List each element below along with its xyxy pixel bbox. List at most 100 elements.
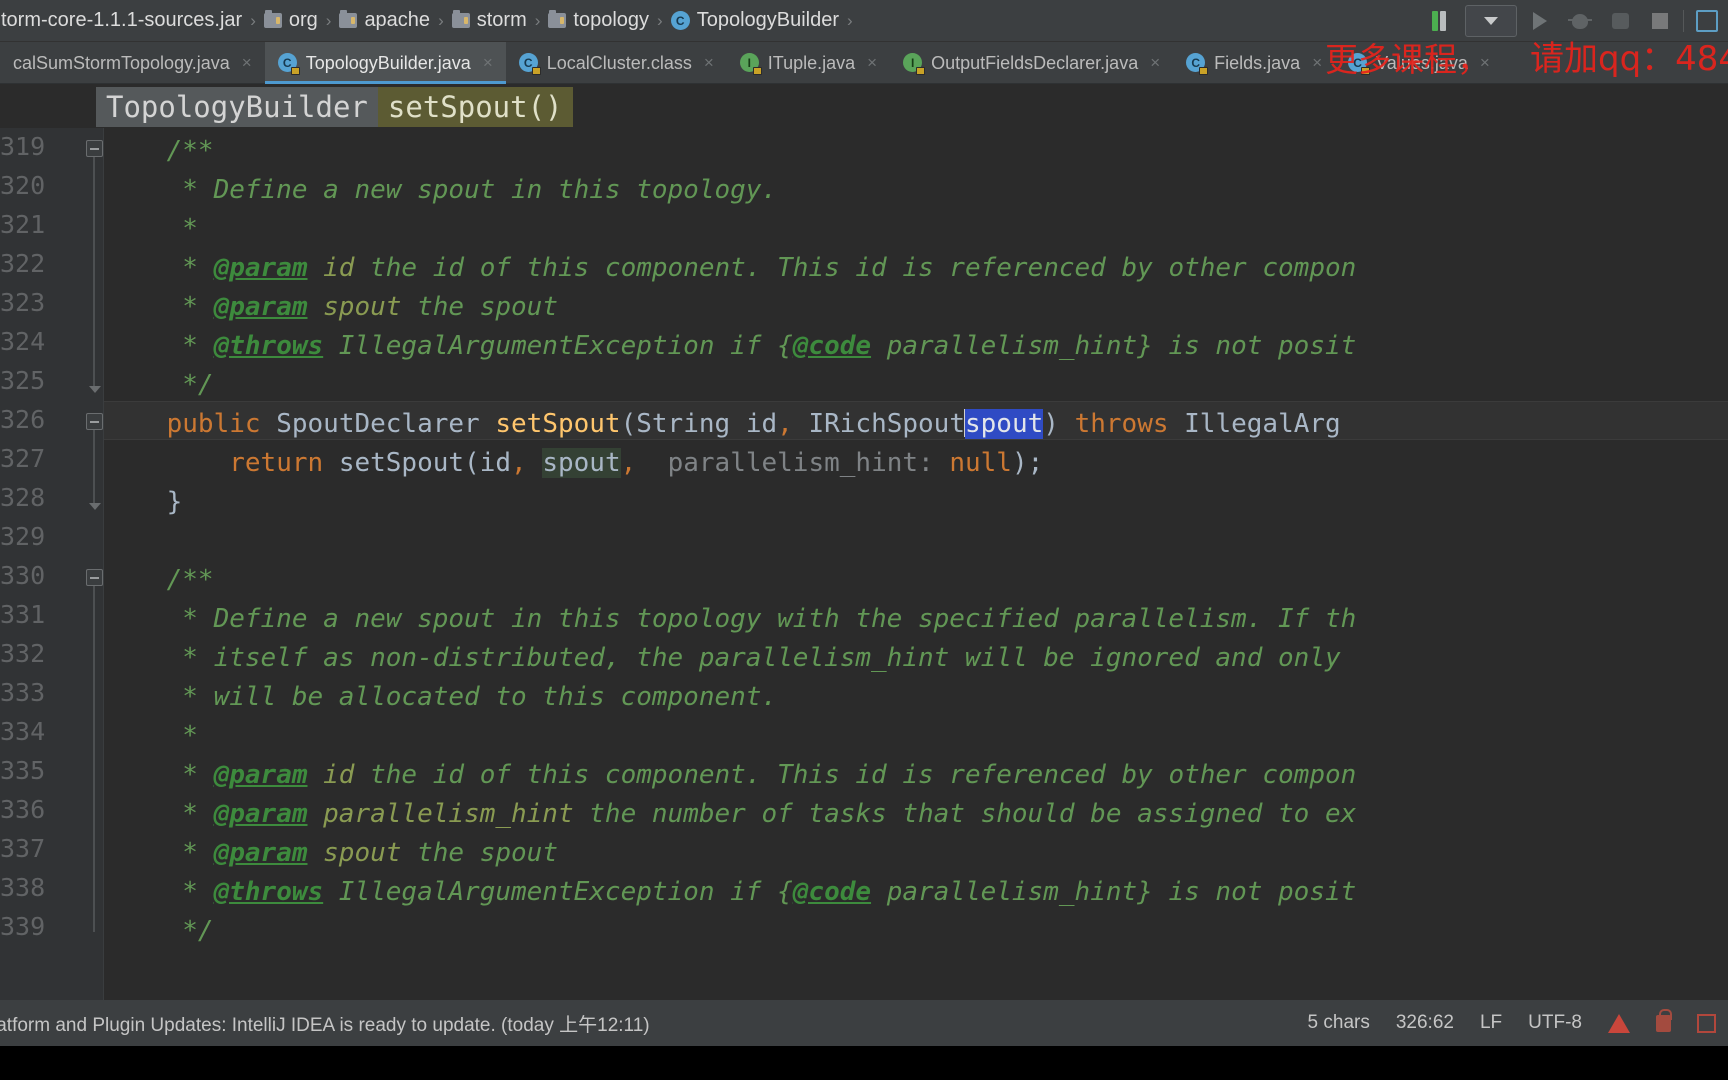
editor-tab-calsumstormtopology-java[interactable]: calSumStormTopology.java × xyxy=(0,42,265,84)
code-token: * xyxy=(104,721,198,751)
line-number[interactable]: 336 xyxy=(0,795,45,824)
code-token: @throws xyxy=(213,331,324,361)
code-line[interactable]: * xyxy=(104,210,198,249)
breadcrumb-item-storm[interactable]: storm xyxy=(445,6,534,36)
line-number[interactable]: 320 xyxy=(0,171,45,200)
code-line[interactable]: public SpoutDeclarer setSpout(String id,… xyxy=(104,405,1341,444)
code-line[interactable]: * @throws IllegalArgumentException if {@… xyxy=(104,873,1356,912)
run-button[interactable] xyxy=(1523,5,1557,37)
code-token: * xyxy=(104,799,214,829)
line-number[interactable]: 322 xyxy=(0,249,45,278)
stop-button[interactable] xyxy=(1643,5,1677,37)
editor-tab-topologybuilder-java[interactable]: C TopologyBuilder.java × xyxy=(264,42,506,84)
line-number[interactable]: 332 xyxy=(0,639,45,668)
breadcrumb-item-apache[interactable]: apache xyxy=(332,6,437,36)
close-icon[interactable]: × xyxy=(1480,53,1490,73)
line-number[interactable]: 338 xyxy=(0,873,45,902)
code-line[interactable]: } xyxy=(104,483,183,522)
code-line[interactable]: * @param id the id of this component. Th… xyxy=(104,756,1356,795)
memory-indicator-icon[interactable] xyxy=(1697,1013,1716,1033)
editor-tab-outputfieldsdeclarer-java[interactable]: I OutputFieldsDeclarer.java × xyxy=(890,42,1173,84)
layout-button[interactable] xyxy=(1690,5,1724,37)
close-icon[interactable]: × xyxy=(242,53,252,73)
status-message[interactable]: latform and Plugin Updates: IntelliJ IDE… xyxy=(0,1010,650,1037)
code-content[interactable]: /** * Define a new spout in this topolog… xyxy=(104,128,1728,1000)
code-line[interactable]: * xyxy=(104,717,198,756)
breadcrumb-type[interactable]: TopologyBuilder xyxy=(96,87,378,127)
status-caret-position[interactable]: 326:62 xyxy=(1396,1012,1454,1034)
code-token: (id xyxy=(464,448,512,478)
code-token: IllegalArg xyxy=(1168,409,1341,439)
breadcrumb-item-torm-core-1-1-1-sources-jar[interactable]: torm-core-1.1.1-sources.jar xyxy=(0,6,249,36)
line-number[interactable]: 329 xyxy=(0,522,45,551)
line-number[interactable]: 323 xyxy=(0,288,45,317)
line-number[interactable]: 335 xyxy=(0,756,45,785)
line-number[interactable]: 330 xyxy=(0,561,45,590)
run-coverage-button[interactable] xyxy=(1603,5,1637,37)
close-icon[interactable]: × xyxy=(1150,53,1160,73)
breadcrumb-item-topologybuilder[interactable]: C TopologyBuilder xyxy=(664,6,846,36)
line-number[interactable]: 337 xyxy=(0,834,45,863)
debug-button[interactable] xyxy=(1563,5,1597,37)
line-number[interactable]: 319 xyxy=(0,132,45,161)
line-number[interactable]: 328 xyxy=(0,483,45,512)
code-line[interactable]: */ xyxy=(104,366,213,405)
code-line[interactable]: * @param id the id of this component. Th… xyxy=(104,249,1356,288)
readonly-badge-icon xyxy=(1361,67,1371,75)
editor-tab-fields-java[interactable]: C Fields.java × xyxy=(1173,42,1335,84)
editor-tab-localcluster-class[interactable]: C LocalCluster.class × xyxy=(506,42,727,84)
line-number[interactable]: 325 xyxy=(0,366,45,395)
breadcrumb-method[interactable]: setSpout() xyxy=(377,87,573,127)
code-line[interactable]: return setSpout(id, spout, parallelism_h… xyxy=(104,444,1043,483)
code-line[interactable]: * @param parallelism_hint the number of … xyxy=(104,795,1356,834)
status-encoding[interactable]: UTF-8 xyxy=(1528,1012,1582,1034)
fold-region-end-marker[interactable] xyxy=(89,503,101,510)
fold-collapse-marker[interactable] xyxy=(86,413,103,430)
line-number[interactable]: 327 xyxy=(0,444,45,473)
code-token: spout xyxy=(542,448,621,478)
code-line[interactable]: */ xyxy=(104,912,213,951)
breadcrumb-item-topology[interactable]: topology xyxy=(541,6,656,36)
close-icon[interactable]: × xyxy=(867,53,877,73)
code-line[interactable]: /** xyxy=(104,561,214,600)
close-icon[interactable]: × xyxy=(704,53,714,73)
status-line-separator[interactable]: LF xyxy=(1480,1012,1502,1034)
code-folding-column[interactable] xyxy=(84,128,104,1000)
warning-icon[interactable] xyxy=(1608,1013,1630,1033)
code-line[interactable]: * @param spout the spout xyxy=(104,288,558,327)
breadcrumb-label: org xyxy=(288,9,318,31)
line-number[interactable]: 333 xyxy=(0,678,45,707)
code-token: setSpout xyxy=(338,448,465,478)
line-number[interactable]: 321 xyxy=(0,210,45,239)
code-line[interactable]: * Define a new spout in this topology wi… xyxy=(104,600,1356,639)
fold-collapse-marker[interactable] xyxy=(86,140,103,157)
fold-collapse-marker[interactable] xyxy=(86,569,103,586)
close-icon[interactable]: × xyxy=(483,53,493,73)
stack-indicator-icon[interactable] xyxy=(1425,5,1459,37)
line-number[interactable]: 339 xyxy=(0,912,45,941)
code-line[interactable]: * @param spout the spout xyxy=(104,834,558,873)
code-token: * Define a new spout in this topology. xyxy=(104,175,778,205)
line-number[interactable]: 331 xyxy=(0,600,45,629)
editor-tab-ituple-java[interactable]: I ITuple.java × xyxy=(727,42,890,84)
screen-bottom-bezel xyxy=(0,1046,1728,1080)
code-line[interactable]: * Define a new spout in this topology. xyxy=(104,171,777,210)
code-line[interactable]: /** xyxy=(104,132,214,171)
line-number[interactable]: 334 xyxy=(0,717,45,746)
line-number[interactable]: 326 xyxy=(0,405,45,434)
lock-icon[interactable] xyxy=(1656,1008,1672,1032)
editor-tab-values-java[interactable]: C Values.java × xyxy=(1335,42,1503,84)
fold-region-end-marker[interactable] xyxy=(89,386,101,393)
breadcrumb-item-org[interactable]: org xyxy=(257,6,325,36)
code-line[interactable]: * will be allocated to this component. xyxy=(104,678,777,717)
run-configuration-selector[interactable] xyxy=(1465,5,1517,37)
line-number[interactable]: 324 xyxy=(0,327,45,356)
editor-tab-label: calSumStormTopology.java xyxy=(13,52,230,73)
editor-tab-label: ITuple.java xyxy=(767,52,856,73)
navigation-bar: torm-core-1.1.1-sources.jar › org › apache › s… xyxy=(0,0,1728,42)
close-icon[interactable]: × xyxy=(1312,53,1322,73)
code-line[interactable]: * itself as non-distributed, the paralle… xyxy=(104,639,1340,678)
code-editor[interactable]: 319 320 321 322 323 324 325 326 327 328 329 330 331 3… xyxy=(0,128,1728,1000)
code-line[interactable]: * @throws IllegalArgumentException if {@… xyxy=(104,327,1356,366)
